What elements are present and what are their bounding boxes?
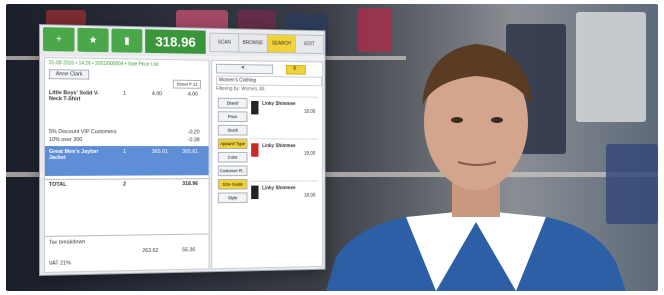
- browse-pane: ✕ ⚲ Women's Clothing Filtering by: Women…: [211, 59, 323, 270]
- total-value: 318.96: [182, 181, 199, 188]
- search-icon: ⚲: [293, 65, 297, 72]
- vat-value: 55.36: [182, 247, 196, 254]
- category-style[interactable]: Style: [217, 192, 248, 204]
- ticket-header: 31-08-2016 • 14:26 • 2001/000004 • Sale …: [48, 60, 159, 68]
- category-color[interactable]: Color: [217, 151, 248, 163]
- ticket-item-total: 4.00: [187, 91, 198, 98]
- discount-label: 5% Discount VIP Customers: [48, 129, 117, 136]
- add-button[interactable]: +: [42, 27, 75, 52]
- product-name: Linky Shimmee: [262, 143, 296, 150]
- category-size-guide[interactable]: Size Guide: [217, 178, 248, 190]
- product-card[interactable]: Linky Shimmee 19.00: [249, 138, 319, 178]
- background-photo: + ★ ▮ 318.96 SCAN BROWSE SEARCH EDIT 31-…: [6, 4, 658, 291]
- ticket-item-qty: 1: [123, 90, 127, 97]
- divider: [44, 178, 209, 180]
- pos-screen: + ★ ▮ 318.96 SCAN BROWSE SEARCH EDIT 31-…: [39, 24, 326, 276]
- man-portrait: [326, 44, 626, 291]
- category-brand[interactable]: Brand: [217, 97, 248, 109]
- ticket-item-name[interactable]: Great Men's Jaylon Jacket: [49, 149, 108, 161]
- close-box[interactable]: ✕: [215, 63, 274, 75]
- category-dropdown[interactable]: Women's Clothing: [215, 75, 322, 87]
- total-label: TOTAL: [48, 181, 67, 188]
- product-name: Linky Shimmee: [262, 185, 296, 192]
- total-display: 318.96: [145, 29, 206, 54]
- product-price: 18.00: [303, 192, 316, 199]
- filter-text: Filtering by: Women, All: [215, 86, 265, 93]
- vat-base: 263.62: [142, 247, 159, 255]
- tab-browse[interactable]: BROWSE: [238, 33, 268, 54]
- ticket-item-price: 365.61: [151, 149, 168, 155]
- search-button[interactable]: ⚲: [285, 64, 306, 75]
- ticket-item-price: 4.00: [151, 91, 163, 98]
- favorite-button[interactable]: ★: [77, 27, 109, 53]
- tax-breakdown-label: Tax breakdown: [48, 239, 86, 246]
- category-price[interactable]: Price: [217, 111, 248, 123]
- ticket-pane: 31-08-2016 • 14:26 • 2001/000004 • Sale …: [43, 57, 210, 273]
- divider: [44, 233, 209, 237]
- ticket-item-qty: 1: [123, 149, 127, 155]
- close-icon[interactable]: ✕: [241, 65, 245, 71]
- discount-value: -0.38: [187, 137, 200, 144]
- category-apparel-type[interactable]: Apparel Type: [217, 138, 248, 150]
- vat-label: VAT 21%: [48, 260, 71, 267]
- discount-value: -0.20: [187, 129, 200, 136]
- ticket-item-total: 365.61: [182, 149, 199, 155]
- tab-scan[interactable]: SCAN: [209, 32, 240, 53]
- product-thumbnail: [251, 185, 259, 200]
- pos-topbar: + ★ ▮ 318.96 SCAN BROWSE SEARCH EDIT: [40, 25, 325, 58]
- product-card[interactable]: Linky Shimmee 18.00: [249, 180, 319, 221]
- product-name: Linky Shimmee: [262, 100, 296, 108]
- clipboard-button[interactable]: ▮: [111, 28, 143, 53]
- discount-label: 10% over 300: [48, 137, 83, 144]
- tab-search[interactable]: SEARCH: [266, 33, 296, 54]
- store-label[interactable]: Street P 12: [172, 79, 202, 89]
- tab-edit[interactable]: EDIT: [294, 34, 324, 55]
- total-qty: 2: [123, 181, 127, 188]
- category-stock[interactable]: Stock: [217, 124, 248, 136]
- category-customer[interactable]: Customer R...: [217, 165, 248, 177]
- product-thumbnail: [251, 100, 259, 115]
- product-price: 19.00: [303, 150, 316, 157]
- product-card[interactable]: Linky Shimmee 18.00: [249, 96, 319, 136]
- product-price: 18.00: [303, 108, 316, 115]
- product-thumbnail: [251, 143, 259, 157]
- customer-button[interactable]: Anne Clark: [48, 69, 90, 80]
- ticket-item-name[interactable]: Little Boys' Solid V-Neck T-Shirt: [49, 90, 108, 102]
